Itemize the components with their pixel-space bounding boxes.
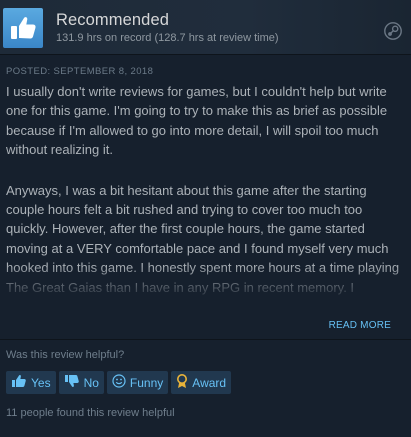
text-fade [6,264,404,302]
vote-buttons: Yes No Funny Award [6,371,232,394]
review-verdict: Recommended [56,11,169,29]
thumbs-down-icon [64,374,80,391]
posted-date: POSTED: SEPTEMBER 8, 2018 [6,66,154,77]
review-header: Recommended 131.9 hrs on record (128.7 h… [0,0,411,55]
vote-no-button[interactable]: No [58,371,104,394]
vote-funny-label: Funny [129,375,164,390]
hours-on-record: 131.9 hrs on record (128.7 hrs at review… [56,32,279,44]
vote-funny-button[interactable]: Funny [106,371,169,394]
read-more-link[interactable]: READ MORE [329,320,391,331]
award-label: Award [192,375,227,390]
thumbs-up-icon [3,8,43,48]
helpful-question: Was this review helpful? [6,349,125,361]
vote-yes-button[interactable]: Yes [6,371,56,394]
review-card: Recommended 131.9 hrs on record (128.7 h… [0,0,411,437]
helpful-count: 11 people found this review helpful [6,407,175,419]
vote-no-label: No [83,375,99,390]
divider [0,339,411,340]
review-paragraph: I usually don't write reviews for games,… [6,84,388,158]
review-body: I usually don't write reviews for games,… [6,82,404,302]
award-button[interactable]: Award [171,371,232,394]
vote-yes-label: Yes [31,375,51,390]
smiley-icon [112,374,126,391]
award-icon [176,373,188,392]
steam-icon [384,22,402,45]
thumbs-up-icon [11,374,27,391]
